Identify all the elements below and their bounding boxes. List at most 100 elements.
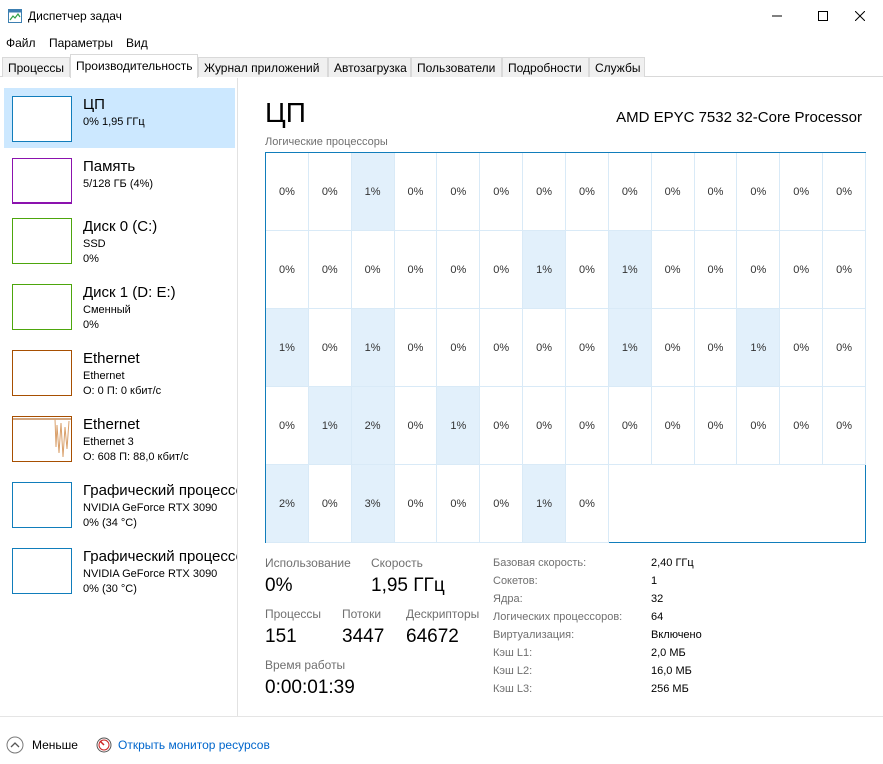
logical-processor-cell: 0% <box>737 153 781 231</box>
logical-processor-cell: 0% <box>737 387 781 465</box>
logical-processor-cell: 0% <box>394 465 438 543</box>
sidebar-item-value: 0% (34 °C) <box>83 517 137 529</box>
resource-monitor-icon <box>96 737 112 753</box>
sidebar-item-disk0[interactable]: Диск 0 (C:) SSD 0% <box>4 210 235 270</box>
page-title: ЦП <box>265 97 306 128</box>
usage-value: 0% <box>265 575 293 596</box>
sockets-value: 1 <box>651 575 658 587</box>
logical-processor-cell: 0% <box>608 153 652 231</box>
menu-options[interactable]: Параметры <box>49 36 113 50</box>
logical-processors-label: Логических процессоров: <box>493 611 623 623</box>
logical-processor-cell: 1% <box>523 231 566 309</box>
logical-processor-cell: 0% <box>266 387 309 465</box>
ethernet-thumbnail-graph <box>12 350 72 396</box>
logical-processor-cell: 0% <box>308 465 352 543</box>
logical-processor-cell: 0% <box>823 153 866 231</box>
sidebar-item-memory[interactable]: Память 5/128 ГБ (4%) <box>4 150 235 210</box>
open-resource-monitor-label: Открыть монитор ресурсов <box>118 738 270 752</box>
minimize-button[interactable] <box>754 0 800 32</box>
logical-processor-cell: 0% <box>437 153 481 231</box>
logical-processor-cell: 0% <box>565 231 609 309</box>
close-icon <box>855 11 865 21</box>
logical-processor-cell: 0% <box>480 387 524 465</box>
tab-users[interactable]: Пользователи <box>411 57 502 77</box>
sidebar-item-gpu1[interactable]: Графический процессор 1 NVIDIA GeForce R… <box>4 540 237 600</box>
gpu1-thumbnail-graph <box>12 548 72 594</box>
logical-processor-cell: 1% <box>523 465 566 543</box>
sidebar-item-detail: Сменный <box>83 304 131 316</box>
usage-label: Использование <box>265 556 351 570</box>
logical-processor-cell: 0% <box>651 309 695 387</box>
logical-processor-cell: 0% <box>651 387 695 465</box>
tab-services[interactable]: Службы <box>589 57 645 77</box>
tab-performance[interactable]: Производительность <box>70 54 198 78</box>
cache-l1-value: 2,0 МБ <box>651 647 686 659</box>
tab-details[interactable]: Подробности <box>502 57 589 77</box>
open-resource-monitor-link[interactable]: Открыть монитор ресурсов <box>96 736 270 754</box>
logical-processors-grid: 0% 0% 1% 0% 0% 0% 0% 0% 0% 0% 0% 0% 0% 0% 0% 0% 0% 0% 0% 0%… <box>265 152 866 543</box>
logical-processor-cell: 0% <box>565 387 609 465</box>
sockets-label: Сокетов: <box>493 575 538 587</box>
menu-bar: Файл Параметры Вид <box>0 32 883 54</box>
tab-startup[interactable]: Автозагрузка <box>328 57 411 77</box>
logical-processor-cell: 0% <box>780 153 824 231</box>
footer-bar: Меньше Открыть монитор ресурсов <box>0 716 883 764</box>
disk0-thumbnail-graph <box>12 218 72 264</box>
logical-processor-cell: 0% <box>394 153 438 231</box>
cache-l1-label: Кэш L1: <box>493 647 533 659</box>
logical-processor-cell: 1% <box>351 309 395 387</box>
logical-processor-cell: 0% <box>437 465 481 543</box>
logical-processor-cell: 0% <box>694 309 738 387</box>
logical-processor-cell: 1% <box>437 387 481 465</box>
logical-processor-cell: 1% <box>608 309 652 387</box>
logical-processor-cell: 0% <box>308 309 352 387</box>
sidebar-item-detail: NVIDIA GeForce RTX 3090 <box>83 568 218 580</box>
cache-l2-value: 16,0 МБ <box>651 665 692 677</box>
logical-processor-cell: 1% <box>308 387 352 465</box>
chevron-up-icon <box>6 736 24 754</box>
logical-processor-cell: 0% <box>437 309 481 387</box>
uptime-value: 0:00:01:39 <box>265 677 355 698</box>
sidebar-item-name: Графический процессор 1 <box>83 548 237 565</box>
cache-l3-label: Кэш L3: <box>493 683 533 695</box>
logical-processor-cell: 0% <box>565 309 609 387</box>
sidebar-item-disk1[interactable]: Диск 1 (D: E:) Сменный 0% <box>4 276 235 336</box>
logical-processor-cell: 0% <box>823 309 866 387</box>
uptime-label: Время работы <box>265 658 346 672</box>
logical-processor-cell: 0% <box>651 231 695 309</box>
logical-processor-cell: 2% <box>351 387 395 465</box>
logical-processor-cell: 0% <box>308 153 352 231</box>
virtualization-value: Включено <box>651 629 702 641</box>
menu-file[interactable]: Файл <box>6 36 36 50</box>
sidebar-item-cpu[interactable]: ЦП 0% 1,95 ГГц <box>4 88 235 148</box>
sidebar-item-detail: Ethernet 3 <box>83 436 134 448</box>
sidebar-item-ethernet3[interactable]: Ethernet Ethernet 3 О: 608 П: 88,0 кбит/… <box>4 408 235 468</box>
handles-value: 64672 <box>406 626 459 647</box>
logical-processor-cell: 0% <box>694 153 738 231</box>
logical-processor-cell: 1% <box>266 309 309 387</box>
disk1-thumbnail-graph <box>12 284 72 330</box>
logical-processor-cell: 1% <box>608 231 652 309</box>
logical-processor-cell: 0% <box>523 387 566 465</box>
speed-label: Скорость <box>371 556 423 570</box>
sidebar-item-gpu0[interactable]: Графический процессор 0 NVIDIA GeForce R… <box>4 474 237 534</box>
cache-l2-label: Кэш L2: <box>493 665 533 677</box>
sidebar-item-detail: 0% 1,95 ГГц <box>83 116 145 128</box>
tab-app-history[interactable]: Журнал приложений <box>198 57 328 77</box>
tab-processes[interactable]: Процессы <box>2 57 70 77</box>
logical-processor-cell: 0% <box>608 387 652 465</box>
virtualization-label: Виртуализация: <box>493 629 575 641</box>
sidebar-item-value: 0% <box>83 253 99 265</box>
sidebar-item-ethernet[interactable]: Ethernet Ethernet О: 0 П: 0 кбит/с <box>4 342 235 402</box>
title-bar: Диспетчер задач <box>0 0 883 32</box>
maximize-icon <box>818 11 828 21</box>
fewer-details-button[interactable]: Меньше <box>6 736 78 754</box>
close-button[interactable] <box>837 0 883 32</box>
menu-view[interactable]: Вид <box>126 36 148 50</box>
logical-processor-cell: 0% <box>437 231 481 309</box>
threads-value: 3447 <box>342 626 385 647</box>
sidebar-item-name: ЦП <box>83 96 105 113</box>
logical-processors-caption: Логические процессоры <box>265 136 388 148</box>
logical-processor-cell: 0% <box>737 231 781 309</box>
cpu-thumbnail-graph <box>12 96 72 142</box>
